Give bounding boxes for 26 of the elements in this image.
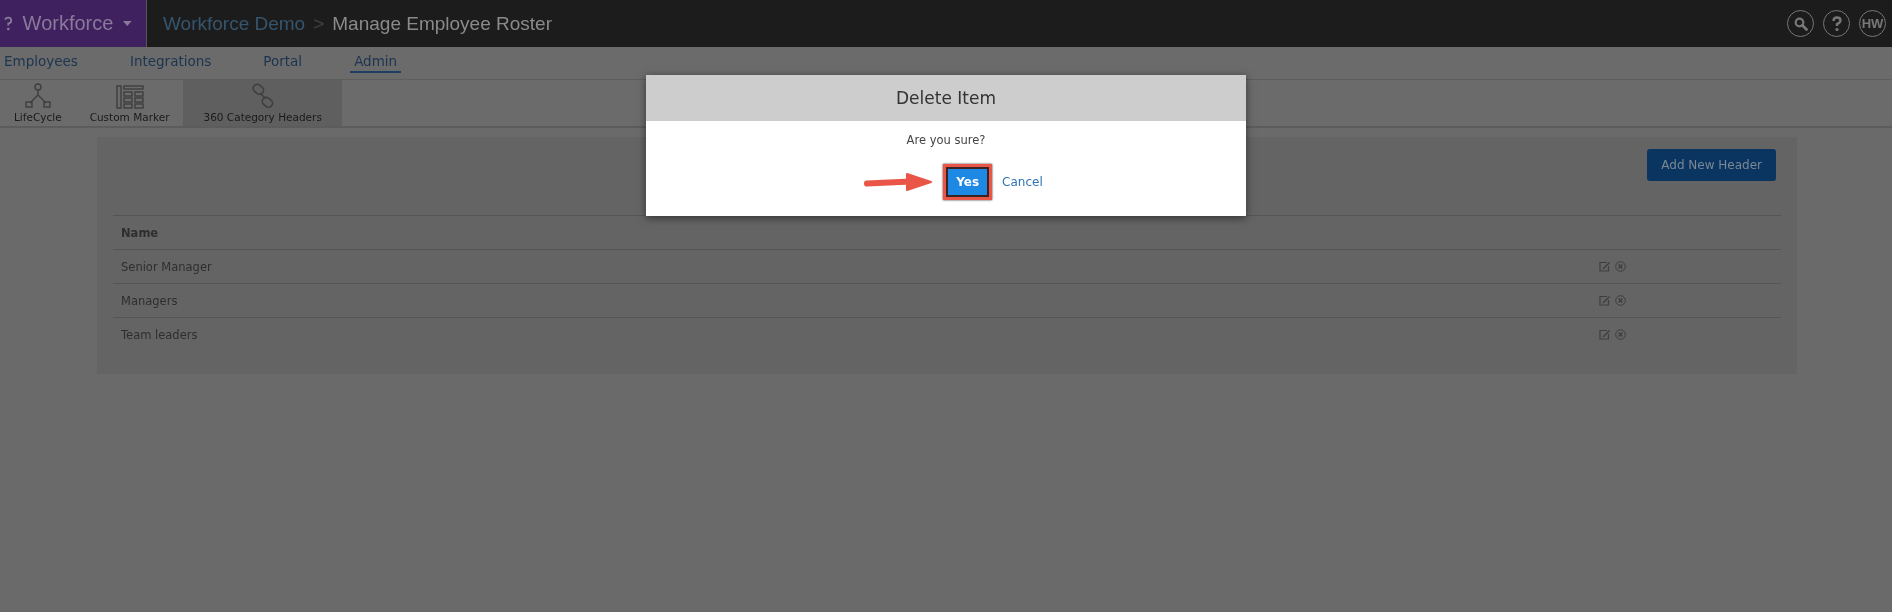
- yes-button[interactable]: Yes: [948, 169, 988, 195]
- delete-icon[interactable]: [1615, 295, 1626, 306]
- dialog-message: Are you sure?: [905, 133, 987, 147]
- toolbar-item[interactable]: 360 Category Headers: [183, 80, 342, 126]
- hierarchy-icon: [24, 83, 51, 109]
- edit-icon[interactable]: [1599, 261, 1611, 272]
- table-icon: [115, 85, 144, 109]
- annotation-arrow: [863, 172, 934, 192]
- cancel-link[interactable]: Cancel: [1002, 175, 1043, 189]
- edit-icon[interactable]: [1599, 295, 1611, 306]
- nav-tab[interactable]: Admin: [350, 53, 402, 73]
- nav-tab[interactable]: Integrations: [125, 53, 216, 73]
- page-title: Manage Employee Roster: [332, 12, 552, 35]
- delete-icon[interactable]: [1615, 261, 1626, 272]
- chain-link-icon: [250, 83, 275, 109]
- edit-icon[interactable]: [1599, 329, 1611, 340]
- dialog-title: Delete Item: [896, 88, 996, 108]
- breadcrumb-separator: >: [313, 12, 325, 35]
- toolbar-item[interactable]: Custom Marker: [75, 80, 184, 126]
- caret-icon[interactable]: [123, 20, 132, 27]
- nav-tab[interactable]: Portal: [259, 53, 307, 73]
- nav-tab[interactable]: Employees: [0, 53, 82, 73]
- add-header-button[interactable]: Add New Header: [1647, 149, 1776, 181]
- breadcrumb-link[interactable]: Workforce Demo: [163, 12, 306, 35]
- toolbar-item[interactable]: LifeCycle: [0, 80, 76, 126]
- delete-icon[interactable]: [1615, 329, 1626, 340]
